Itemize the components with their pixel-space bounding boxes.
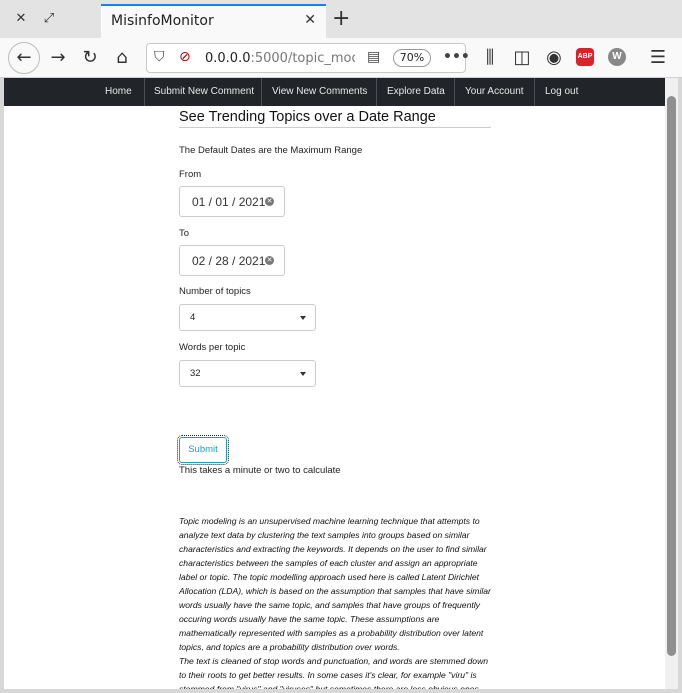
new-tab-icon[interactable]: + [332, 8, 350, 30]
sidebar-icon[interactable]: ◫ [510, 46, 534, 70]
clear-date-icon[interactable]: ✕ [265, 197, 274, 206]
chevron-down-icon [300, 316, 306, 320]
words-label: Words per topic [179, 342, 246, 353]
topics-label: Number of topics [179, 286, 251, 297]
tab-strip: ✕ ⤢ MisinfoMonitor ✕ + [0, 0, 682, 38]
reader-view-icon[interactable]: ▤ [367, 49, 380, 65]
from-label: From [179, 169, 202, 180]
browser-toolbar: ← → ↻ ⌂ ⛉ ⊘ 0.0.0.0:5000/topic_modelli ▤… [0, 38, 682, 78]
back-icon[interactable]: ← [8, 42, 40, 74]
topics-value: 4 [190, 312, 196, 323]
shield-icon[interactable]: ⛉ [154, 49, 165, 65]
topics-select[interactable]: 4 [179, 304, 316, 331]
nav-divider [376, 78, 377, 106]
insecure-lock-icon[interactable]: ⊘ [179, 49, 191, 65]
words-select[interactable]: 32 [179, 360, 316, 387]
from-date-input[interactable]: 01 / 01 / 2021 ✕ [179, 186, 285, 217]
scroll-thumb[interactable] [667, 96, 676, 656]
submit-button[interactable]: Submit [177, 435, 229, 465]
tab-title: MisinfoMonitor [111, 13, 214, 29]
url-bar[interactable]: ⛉ ⊘ 0.0.0.0:5000/topic_modelli ▤ 70% ••• [146, 43, 470, 73]
nav-view-comments[interactable]: View New Comments [272, 78, 367, 106]
account-icon[interactable]: ◉ [542, 46, 566, 70]
nav-submit-comment[interactable]: Submit New Comment [154, 78, 254, 106]
tab-close-icon[interactable]: ✕ [304, 12, 316, 28]
restore-window-icon[interactable]: ⤢ [40, 10, 58, 28]
clear-date-icon[interactable]: ✕ [265, 256, 274, 265]
description-paragraph: Topic modeling is an unsupervised machin… [179, 516, 491, 652]
forward-icon[interactable]: → [46, 46, 70, 70]
site-navbar: Home Submit New Comment View New Comment… [4, 78, 665, 106]
close-window-icon[interactable]: ✕ [12, 10, 30, 28]
nav-your-account[interactable]: Your Account [465, 78, 524, 106]
description-paragraph: The text is cleaned of stop words and pu… [179, 656, 489, 689]
url-text[interactable]: 0.0.0.0:5000/topic_modelli [205, 51, 355, 66]
words-value: 32 [190, 368, 201, 379]
to-date-input[interactable]: 02 / 28 / 2021 ✕ [179, 245, 285, 276]
default-dates-note: The Default Dates are the Maximum Range [179, 145, 363, 156]
home-icon[interactable]: ⌂ [110, 46, 134, 70]
page-title: See Trending Topics over a Date Range [179, 109, 491, 128]
zoom-level[interactable]: 70% [393, 49, 431, 67]
to-date-value: 02 / 28 / 2021 [192, 254, 266, 268]
chevron-down-icon [300, 372, 306, 376]
topic-modeling-description: Topic modeling is an unsupervised machin… [179, 514, 491, 689]
nav-divider [454, 78, 455, 106]
library-icon[interactable]: ⫼ [478, 46, 502, 70]
nav-divider [144, 78, 145, 106]
calculation-note: This takes a minute or two to calculate [179, 465, 341, 476]
page-viewport: Home Submit New Comment View New Comment… [4, 78, 665, 689]
extension-w-icon[interactable]: W [608, 48, 626, 66]
to-label: To [179, 228, 190, 239]
nav-log-out[interactable]: Log out [545, 78, 578, 106]
nav-home[interactable]: Home [105, 78, 132, 106]
nav-explore-data[interactable]: Explore Data [387, 78, 445, 106]
menu-icon[interactable]: ☰ [646, 46, 670, 70]
more-actions-icon[interactable]: ••• [443, 49, 470, 65]
reload-icon[interactable]: ↻ [78, 46, 102, 70]
from-date-value: 01 / 01 / 2021 [192, 195, 266, 209]
page-scrollbar[interactable] [665, 78, 678, 689]
browser-tab[interactable]: MisinfoMonitor ✕ [101, 4, 326, 38]
nav-divider [261, 78, 262, 106]
adblock-icon[interactable]: ABP [576, 48, 594, 66]
nav-divider [534, 78, 535, 106]
